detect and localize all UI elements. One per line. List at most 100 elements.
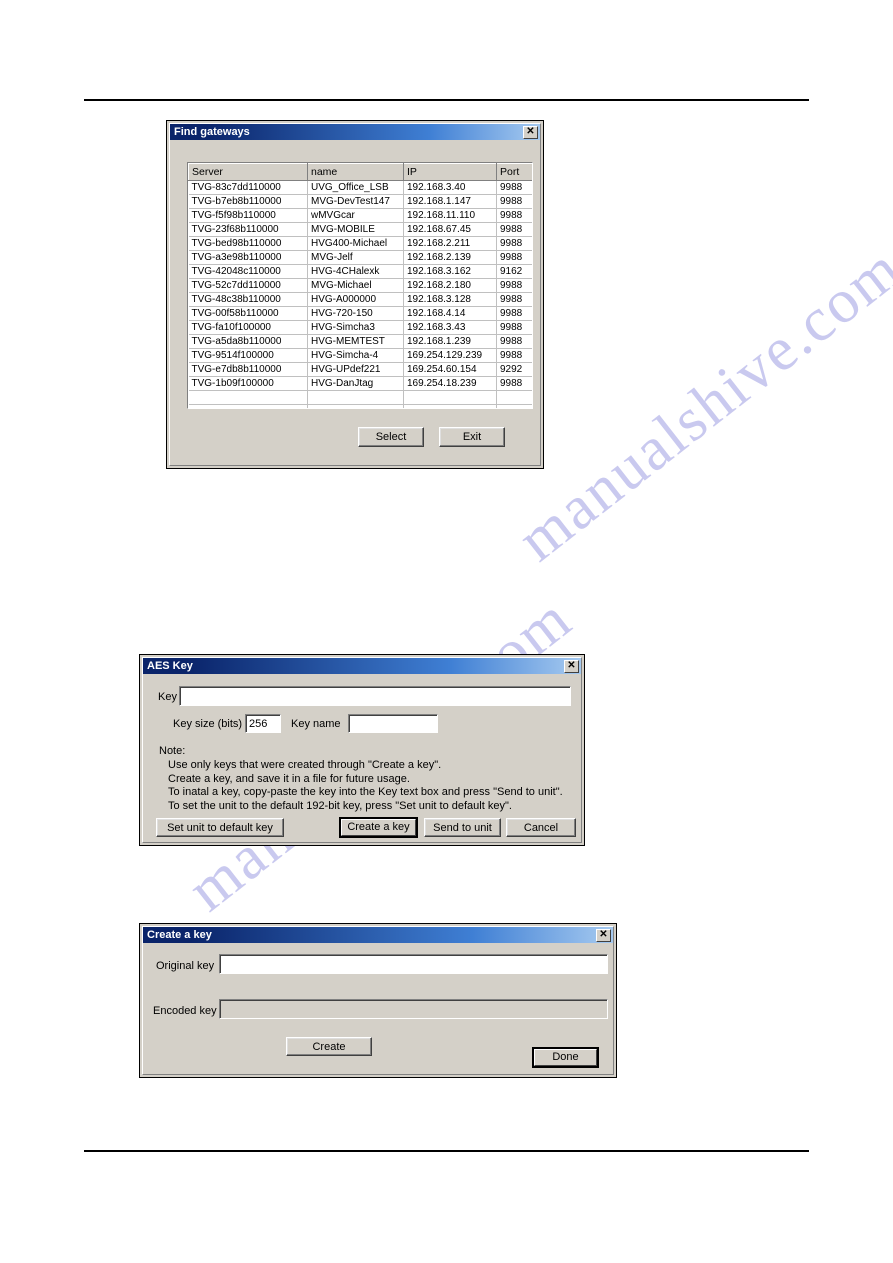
cell-server: TVG-a5da8b110000 bbox=[188, 334, 308, 349]
key-size-input[interactable]: 256 bbox=[245, 714, 281, 733]
exit-button[interactable]: Exit bbox=[439, 427, 505, 447]
cell-ip: 192.168.3.128 bbox=[403, 292, 497, 307]
page-bottom-rule bbox=[84, 1150, 809, 1152]
cell-server: TVG-bed98b110000 bbox=[188, 236, 308, 251]
cell-name: MVG-Jelf bbox=[307, 250, 404, 265]
table-row[interactable]: TVG-42048c110000 HVG-4CHalexk 192.168.3.16… bbox=[188, 264, 532, 279]
create-a-key-title: Create a key bbox=[147, 929, 212, 941]
cell-port: 9988 bbox=[496, 194, 532, 209]
table-row[interactable]: TVG-fa10f100000 HVG-Simcha3 192.168.3.43 99… bbox=[188, 320, 532, 335]
cell-ip: 192.168.3.43 bbox=[403, 320, 497, 335]
cell-port: 9162 bbox=[496, 264, 532, 279]
cell-name: HVG-A000000 bbox=[307, 292, 404, 307]
cell-server: TVG-1b09f100000 bbox=[188, 376, 308, 391]
cell-port: 9988 bbox=[496, 208, 532, 223]
select-button[interactable]: Select bbox=[358, 427, 424, 447]
key-input[interactable] bbox=[179, 686, 571, 706]
cell-server: TVG-48c38b110000 bbox=[188, 292, 308, 307]
send-to-unit-button[interactable]: Send to unit bbox=[424, 818, 501, 837]
gateways-table-container[interactable]: Server name IP Port TVG-83c7dd110000 UVG_… bbox=[187, 162, 533, 409]
cell-port: 9988 bbox=[496, 348, 532, 363]
key-label: Key bbox=[158, 691, 177, 703]
close-icon[interactable]: ✕ bbox=[596, 928, 611, 942]
cell-server: TVG-e7db8b110000 bbox=[188, 362, 308, 377]
set-unit-to-default-key-button[interactable]: Set unit to default key bbox=[156, 818, 284, 837]
note-line-2: Create a key, and save it in a file for … bbox=[168, 772, 410, 785]
column-header-name[interactable]: name bbox=[307, 163, 404, 181]
close-icon[interactable]: ✕ bbox=[564, 659, 579, 673]
cell-port bbox=[496, 390, 532, 405]
cell-server: TVG-52c7dd110000 bbox=[188, 278, 308, 293]
cell-ip: 169.254.60.154 bbox=[403, 362, 497, 377]
column-header-ip[interactable]: IP bbox=[403, 163, 497, 181]
note-title: Note: bbox=[159, 745, 186, 757]
create-a-key-button-label: Create a key bbox=[341, 819, 416, 836]
table-row[interactable]: TVG-a3e98b110000 MVG-Jelf 192.168.2.139 998… bbox=[188, 250, 532, 265]
cell-port: 9988 bbox=[496, 292, 532, 307]
cell-server: TVG-f5f98b110000 bbox=[188, 208, 308, 223]
table-row[interactable]: TVG-23f68b110000 MVG-MOBILE 192.168.67.45 9… bbox=[188, 222, 532, 237]
cell-port: 9988 bbox=[496, 306, 532, 321]
table-row[interactable]: TVG-b7eb8b110000 MVG-DevTest147 192.168.1.… bbox=[188, 194, 532, 209]
create-a-key-button[interactable]: Create a key bbox=[339, 817, 418, 838]
cell-name: HVG-720-150 bbox=[307, 306, 404, 321]
find-gateways-titlebar[interactable]: Find gateways ✕ bbox=[170, 124, 540, 140]
done-button[interactable]: Done bbox=[532, 1047, 599, 1068]
original-key-input[interactable] bbox=[219, 954, 608, 974]
cell-server: TVG-fa10f100000 bbox=[188, 320, 308, 335]
cell-port: 9988 bbox=[496, 376, 532, 391]
aes-key-titlebar[interactable]: AES Key ✕ bbox=[143, 658, 581, 674]
cell-server bbox=[188, 404, 308, 408]
create-a-key-titlebar[interactable]: Create a key ✕ bbox=[143, 927, 613, 943]
find-gateways-title: Find gateways bbox=[174, 126, 250, 138]
find-gateways-dialog: Find gateways ✕ Server name IP Port TVG-… bbox=[166, 120, 544, 469]
cell-ip bbox=[403, 390, 497, 405]
cell-server bbox=[188, 390, 308, 405]
cell-name: HVG-4CHalexk bbox=[307, 264, 404, 279]
table-row[interactable]: TVG-f5f98b110000 wMVGcar 192.168.11.110 998… bbox=[188, 208, 532, 223]
table-row[interactable]: TVG-9514f100000 HVG-Simcha-4 169.254.129.2… bbox=[188, 348, 532, 363]
cell-name: HVG-UPdef221 bbox=[307, 362, 404, 377]
column-header-server[interactable]: Server bbox=[188, 163, 308, 181]
table-row[interactable]: TVG-bed98b110000 HVG400-Michael 192.168.2.… bbox=[188, 236, 532, 251]
cell-ip: 192.168.67.45 bbox=[403, 222, 497, 237]
cell-port: 9988 bbox=[496, 236, 532, 251]
cell-ip: 192.168.1.147 bbox=[403, 194, 497, 209]
table-row[interactable]: TVG-a5da8b110000 HVG-MEMTEST 192.168.1.239… bbox=[188, 334, 532, 349]
table-row[interactable]: TVG-52c7dd110000 MVG-Michael 192.168.2.180… bbox=[188, 278, 532, 293]
close-icon[interactable]: ✕ bbox=[523, 125, 538, 139]
cell-server: TVG-9514f100000 bbox=[188, 348, 308, 363]
find-gateways-body: Find gateways ✕ Server name IP Port TVG-… bbox=[169, 123, 541, 466]
cell-name bbox=[307, 390, 404, 405]
create-a-key-body: Create a key ✕ Original key Encoded key … bbox=[142, 926, 614, 1075]
note-text: Use only keys that were created through … bbox=[168, 759, 563, 813]
column-header-port[interactable]: Port bbox=[496, 163, 532, 181]
gateways-table-body: TVG-83c7dd110000 UVG_Office_LSB 192.168.3.… bbox=[188, 180, 532, 408]
cell-name: MVG-MOBILE bbox=[307, 222, 404, 237]
create-a-key-dialog: Create a key ✕ Original key Encoded key … bbox=[139, 923, 617, 1078]
table-row[interactable]: TVG-48c38b110000 HVG-A000000 192.168.3.128… bbox=[188, 292, 532, 307]
table-row[interactable] bbox=[188, 404, 532, 408]
cell-server: TVG-23f68b110000 bbox=[188, 222, 308, 237]
cancel-button[interactable]: Cancel bbox=[506, 818, 576, 837]
table-row[interactable]: TVG-83c7dd110000 UVG_Office_LSB 192.168.3.… bbox=[188, 180, 532, 195]
cell-ip: 192.168.2.211 bbox=[403, 236, 497, 251]
create-button[interactable]: Create bbox=[286, 1037, 372, 1056]
encoded-key-output bbox=[219, 999, 608, 1019]
cell-name: HVG-Simcha-4 bbox=[307, 348, 404, 363]
table-row[interactable]: TVG-1b09f100000 HVG-DanJtag 169.254.18.239… bbox=[188, 376, 532, 391]
cell-ip: 192.168.11.110 bbox=[403, 208, 497, 223]
table-row[interactable] bbox=[188, 390, 532, 405]
note-line-4: To set the unit to the default 192-bit k… bbox=[168, 799, 512, 812]
cell-ip: 192.168.2.180 bbox=[403, 278, 497, 293]
cell-server: TVG-83c7dd110000 bbox=[188, 180, 308, 195]
cell-name: HVG-DanJtag bbox=[307, 376, 404, 391]
aes-key-dialog: AES Key ✕ Key Key size (bits) 256 Key na… bbox=[139, 654, 585, 846]
table-row[interactable]: TVG-e7db8b110000 HVG-UPdef221 169.254.60.1… bbox=[188, 362, 532, 377]
table-row[interactable]: TVG-00f58b110000 HVG-720-150 192.168.4.14 9… bbox=[188, 306, 532, 321]
cell-name bbox=[307, 404, 404, 408]
cell-port: 9988 bbox=[496, 222, 532, 237]
cell-ip: 192.168.3.40 bbox=[403, 180, 497, 195]
cell-port: 9988 bbox=[496, 334, 532, 349]
key-name-input[interactable] bbox=[348, 714, 438, 733]
